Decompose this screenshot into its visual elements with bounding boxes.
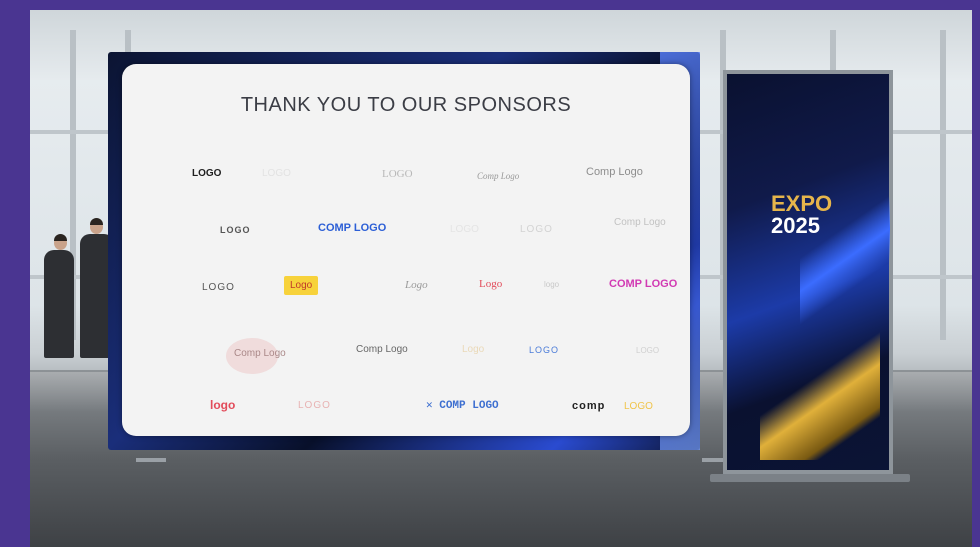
- sponsor-logo: LOGO: [220, 225, 251, 235]
- person-woman: [44, 250, 74, 358]
- window-frame: [940, 30, 946, 340]
- sponsor-logo: Comp Logo: [586, 166, 643, 178]
- backdrop-foot: [136, 458, 166, 462]
- person-hair: [90, 218, 103, 225]
- sponsor-logo: Logo: [462, 344, 485, 355]
- sponsor-logo: COMP LOGO: [609, 278, 678, 290]
- expo-banner-text: EXPO 2025: [771, 193, 832, 237]
- sponsor-logo: Comp Logo: [477, 171, 520, 181]
- sponsor-logo: Logo: [284, 276, 319, 295]
- sponsors-title: THANK YOU TO OUR SPONSORS: [240, 94, 572, 116]
- banner-gold-streak: [760, 330, 880, 460]
- sponsor-logo: Logo: [479, 278, 503, 290]
- sponsor-logo: LOGO: [298, 400, 331, 411]
- sponsor-logo: Comp Logo: [356, 344, 408, 355]
- sponsor-logo: LOGO: [262, 168, 291, 179]
- sponsor-panel: THANK YOU TO OUR SPONSORS: [122, 64, 690, 436]
- sponsor-logo: LOGO: [202, 282, 235, 293]
- person-hair: [54, 234, 67, 241]
- expo-title: EXPO: [771, 191, 833, 216]
- sponsor-logo: LOGO: [450, 224, 479, 235]
- sponsor-logo: logo: [210, 398, 236, 412]
- sponsor-logo: LOGO: [520, 224, 553, 235]
- sponsor-logo: comp: [572, 400, 606, 412]
- sponsor-logo: Comp Logo: [614, 217, 666, 228]
- sponsor-logo: LOGO: [529, 345, 560, 355]
- banner-base: [710, 474, 910, 482]
- sponsor-logo-text: COMP LOGO: [439, 400, 499, 412]
- expo-year: 2025: [771, 213, 820, 238]
- sponsor-logo: COMP LOGO: [318, 222, 387, 234]
- sponsor-logo: LOGO: [636, 346, 660, 355]
- sponsor-logo: Comp Logo: [234, 348, 286, 359]
- sponsor-logo: Logo: [405, 279, 428, 291]
- sponsor-logo: LOGO: [192, 168, 222, 179]
- sponsor-logo: LOGO: [382, 168, 413, 180]
- sponsor-logo: LOGO: [624, 401, 653, 412]
- sponsor-logo: logo: [544, 280, 560, 289]
- sponsor-logo: ✕ COMP LOGO: [426, 400, 499, 412]
